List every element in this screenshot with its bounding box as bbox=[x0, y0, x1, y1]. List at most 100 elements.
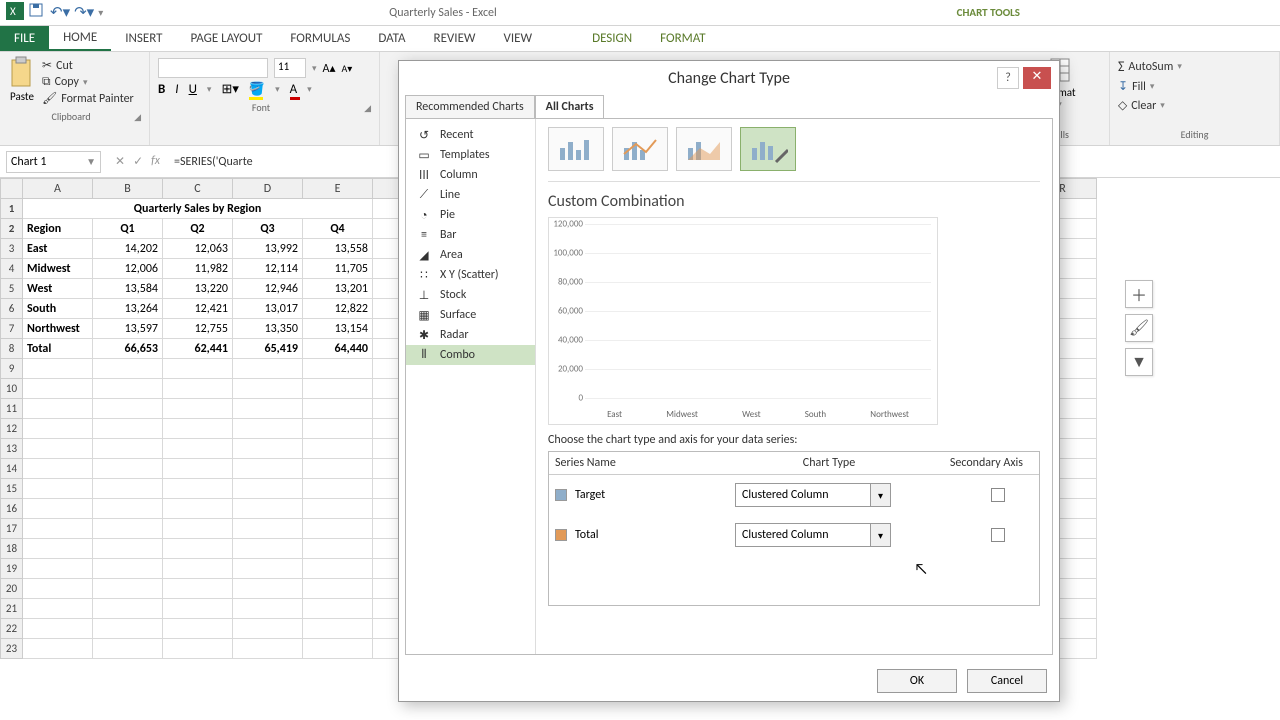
fx-icon[interactable]: fx bbox=[151, 154, 160, 169]
group-editing: ΣAutoSum▾ ↧Fill▾ ◇Clear▾ Editing bbox=[1110, 52, 1280, 145]
category-icon: ⫴ bbox=[416, 348, 432, 362]
tab-all-charts[interactable]: All Charts bbox=[535, 95, 605, 118]
category-pie[interactable]: ◔Pie bbox=[406, 205, 535, 225]
tab-page-layout[interactable]: PAGE LAYOUT bbox=[177, 26, 277, 51]
file-tab[interactable]: FILE bbox=[0, 26, 49, 51]
chart-filters-button[interactable]: ▼ bbox=[1125, 348, 1153, 376]
tab-insert[interactable]: INSERT bbox=[111, 26, 176, 51]
category-bar[interactable]: ≡Bar bbox=[406, 225, 535, 245]
chart-elements-button[interactable]: ＋ bbox=[1125, 280, 1153, 308]
svg-text:X: X bbox=[10, 5, 16, 18]
underline-button[interactable]: U bbox=[189, 82, 197, 97]
series-row-target: Target Clustered Column▾ bbox=[549, 475, 1039, 515]
chevron-down-icon[interactable]: ▾ bbox=[870, 524, 890, 546]
group-font: 11 ▾ A▴ A▾ B I U▾ ⊞▾ 🪣▾ A▾ Font◢ bbox=[150, 52, 380, 145]
series-instruction: Choose the chart type and axis for your … bbox=[548, 433, 1040, 447]
copy-button[interactable]: ⧉Copy▾ bbox=[42, 75, 134, 89]
autosum-button[interactable]: ΣAutoSum▾ bbox=[1118, 58, 1271, 75]
paste-label: Paste bbox=[10, 90, 34, 103]
tab-home[interactable]: HOME bbox=[49, 26, 111, 51]
contextual-tab-label: CHART TOOLS bbox=[957, 6, 1020, 19]
combo-variant-2[interactable] bbox=[612, 127, 668, 171]
category-icon: ⅼⅼⅼ bbox=[416, 168, 432, 182]
category-column[interactable]: ⅼⅼⅼColumn bbox=[406, 165, 535, 185]
tab-design[interactable]: DESIGN bbox=[578, 26, 646, 51]
fill-down-icon: ↧ bbox=[1118, 79, 1128, 94]
undo-icon[interactable]: ↶▾ bbox=[50, 3, 70, 22]
category-surface[interactable]: ▦Surface bbox=[406, 305, 535, 325]
font-name-select[interactable] bbox=[158, 58, 268, 78]
series-name: Target bbox=[575, 488, 735, 502]
category-recent[interactable]: ↺Recent bbox=[406, 125, 535, 145]
save-icon[interactable] bbox=[28, 2, 46, 24]
close-button[interactable]: ✕ bbox=[1023, 67, 1051, 89]
combo-subtype-title: Custom Combination bbox=[548, 192, 1040, 211]
italic-button[interactable]: I bbox=[175, 82, 178, 97]
tab-data[interactable]: DATA bbox=[364, 26, 419, 51]
sigma-icon: Σ bbox=[1118, 58, 1124, 75]
category-area[interactable]: ◢Area bbox=[406, 245, 535, 265]
category-combo[interactable]: ⫴Combo bbox=[406, 345, 535, 365]
tab-view[interactable]: VIEW bbox=[490, 26, 547, 51]
fill-color-button[interactable]: 🪣 bbox=[249, 82, 265, 97]
category-icon: ≡ bbox=[416, 228, 432, 242]
col-secondary-axis: Secondary Axis bbox=[919, 452, 1039, 474]
chart-type-select-total[interactable]: Clustered Column▾ bbox=[735, 523, 891, 547]
secondary-axis-checkbox-target[interactable] bbox=[991, 488, 1005, 502]
col-chart-type: Chart Type bbox=[739, 452, 919, 474]
secondary-axis-checkbox-total[interactable] bbox=[991, 528, 1005, 542]
chevron-down-icon[interactable]: ▾ bbox=[870, 484, 890, 506]
clear-button[interactable]: ◇Clear▾ bbox=[1118, 98, 1271, 113]
dialog-launcher-icon[interactable]: ◢ bbox=[134, 112, 141, 123]
tab-review[interactable]: REVIEW bbox=[420, 26, 490, 51]
category-stock[interactable]: ⊥Stock bbox=[406, 285, 535, 305]
format-painter-button[interactable]: 🖌Format Painter bbox=[42, 91, 134, 106]
combo-variant-3[interactable] bbox=[676, 127, 732, 171]
group-label: Clipboard bbox=[8, 108, 134, 123]
category-icon: ▦ bbox=[416, 308, 432, 322]
tab-recommended-charts[interactable]: Recommended Charts bbox=[405, 95, 535, 118]
tab-format[interactable]: FORMAT bbox=[646, 26, 719, 51]
chevron-down-icon[interactable]: ▼ bbox=[86, 155, 96, 168]
help-button[interactable]: ? bbox=[997, 67, 1019, 89]
fill-button[interactable]: ↧Fill▾ bbox=[1118, 79, 1271, 94]
combo-variant-1[interactable] bbox=[548, 127, 604, 171]
chart-element-buttons: ＋ 🖌 ▼ bbox=[1125, 280, 1153, 376]
chart-type-select-target[interactable]: Clustered Column▾ bbox=[735, 483, 891, 507]
chart-preview: 020,00040,00060,00080,000100,000120,000 … bbox=[548, 217, 938, 425]
qat-customize-icon[interactable]: ▾ bbox=[98, 6, 103, 19]
name-box[interactable]: Chart 1▼ bbox=[6, 151, 101, 173]
decrease-font-icon[interactable]: A▾ bbox=[342, 62, 353, 75]
cancel-button[interactable]: Cancel bbox=[967, 669, 1047, 693]
series-row-total: Total Clustered Column▾ bbox=[549, 515, 1039, 555]
border-button[interactable]: ⊞▾ bbox=[221, 82, 238, 97]
ok-button[interactable]: OK bbox=[877, 669, 957, 693]
combo-variant-custom[interactable] bbox=[740, 127, 796, 171]
group-label: Editing bbox=[1118, 126, 1271, 141]
bold-button[interactable]: B bbox=[158, 82, 165, 97]
cancel-formula-icon[interactable]: ✕ bbox=[115, 154, 125, 169]
paste-button[interactable]: Paste bbox=[8, 56, 36, 108]
font-color-button[interactable]: A bbox=[290, 82, 298, 97]
redo-icon[interactable]: ↷▾ bbox=[74, 3, 94, 22]
category-icon: ◔ bbox=[416, 208, 432, 222]
chart-styles-button[interactable]: 🖌 bbox=[1125, 314, 1153, 342]
category-x-y-scatter-[interactable]: ∷X Y (Scatter) bbox=[406, 265, 535, 285]
tab-formulas[interactable]: FORMULAS bbox=[276, 26, 364, 51]
increase-font-icon[interactable]: A▴ bbox=[323, 61, 336, 76]
dialog-title: Change Chart Type bbox=[668, 69, 790, 88]
quick-access-toolbar: X ↶▾ ↷▾ ▾ bbox=[0, 0, 109, 26]
chart-category-list: ↺Recent▭TemplatesⅼⅼⅼColumn⟋Line◔Pie≡Bar◢… bbox=[406, 119, 536, 654]
dialog-tabs: Recommended Charts All Charts bbox=[399, 95, 1059, 118]
group-label: Font bbox=[158, 99, 364, 114]
close-icon: ✕ bbox=[1032, 69, 1043, 84]
category-radar[interactable]: ✱Radar bbox=[406, 325, 535, 345]
plus-icon: ＋ bbox=[1131, 282, 1147, 306]
font-size-select[interactable]: 11 bbox=[274, 58, 306, 78]
cut-button[interactable]: ✂Cut bbox=[42, 58, 134, 73]
paintbrush-icon: 🖌 bbox=[42, 91, 57, 106]
dialog-launcher-icon[interactable]: ◢ bbox=[364, 103, 371, 114]
enter-formula-icon[interactable]: ✓ bbox=[133, 154, 143, 169]
category-templates[interactable]: ▭Templates bbox=[406, 145, 535, 165]
category-line[interactable]: ⟋Line bbox=[406, 185, 535, 205]
